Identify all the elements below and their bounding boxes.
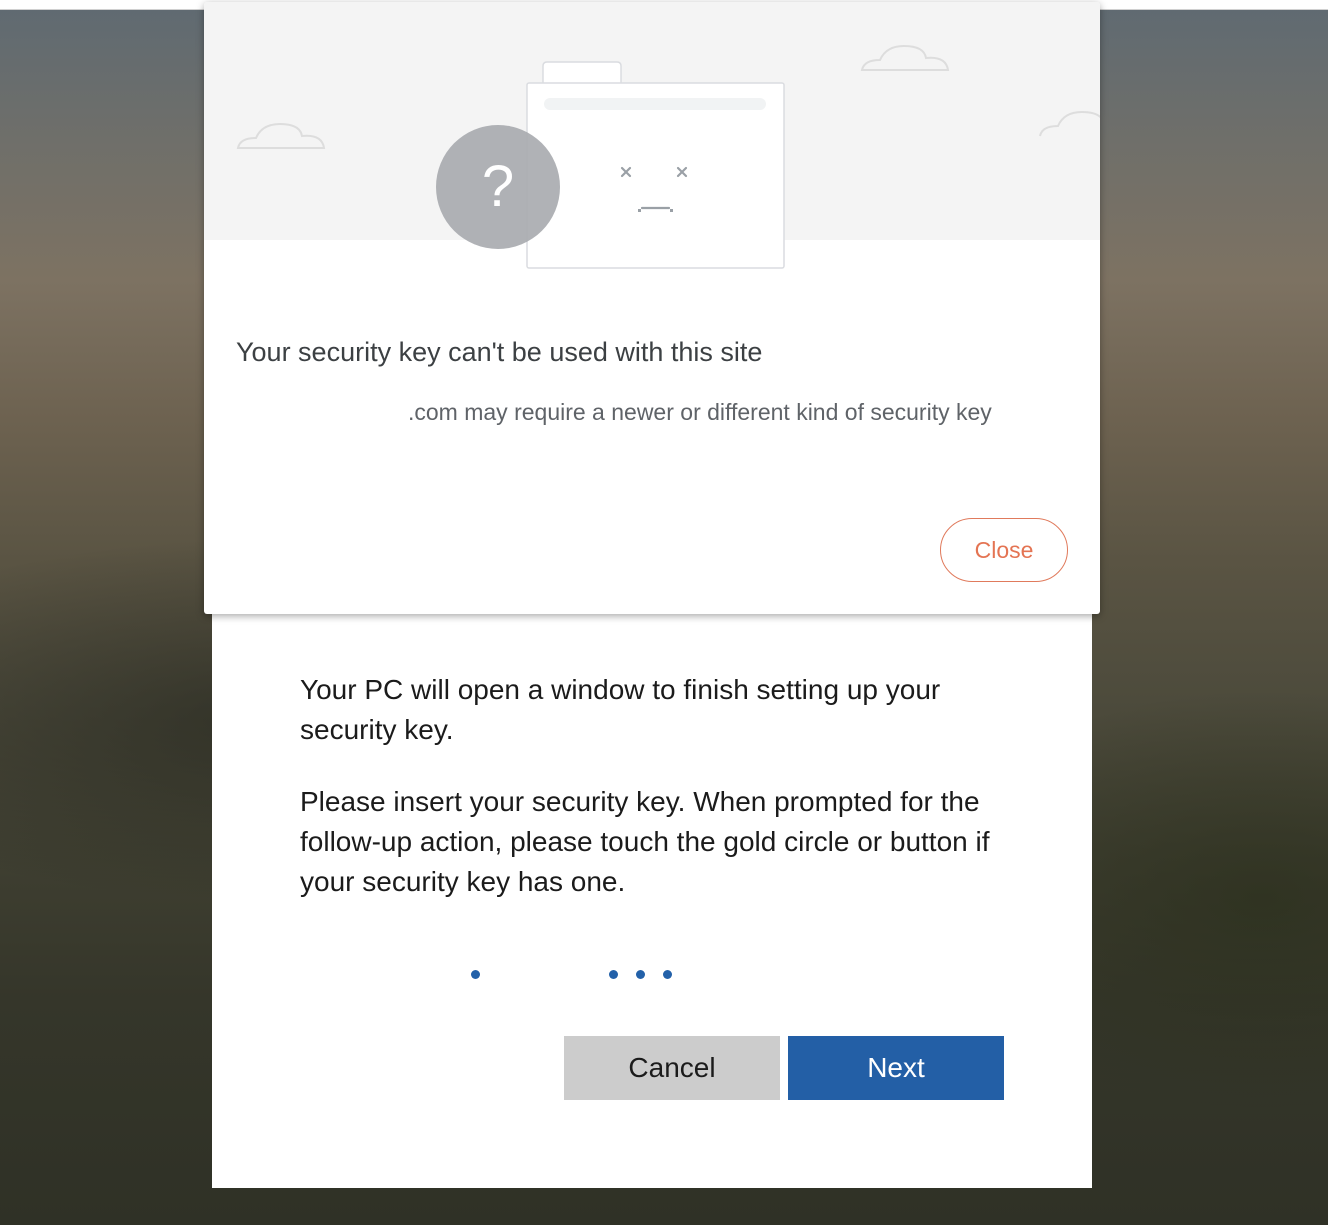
- cloud-icon: [236, 122, 326, 149]
- security-key-error-dialog: ? Your security key can't be used with t…: [204, 2, 1100, 614]
- cloud-icon: [860, 44, 950, 71]
- cloud-icon: [1039, 110, 1100, 137]
- question-mark-icon: ?: [436, 125, 560, 249]
- security-key-setup-card: Your PC will open a window to finish set…: [212, 560, 1092, 1188]
- next-button[interactable]: Next: [788, 1036, 1004, 1100]
- dialog-message-text: .com may require a newer or different ki…: [408, 399, 992, 425]
- progress-dot: [609, 970, 618, 979]
- progress-dot: [471, 970, 480, 979]
- dialog-message: .com may require a newer or different ki…: [236, 392, 1066, 432]
- close-button[interactable]: Close: [940, 518, 1068, 582]
- cancel-button[interactable]: Cancel: [564, 1036, 780, 1100]
- progress-dot: [663, 970, 672, 979]
- sad-folder-icon: [526, 61, 785, 269]
- dialog-title: Your security key can't be used with thi…: [236, 337, 763, 367]
- progress-dot: [636, 970, 645, 979]
